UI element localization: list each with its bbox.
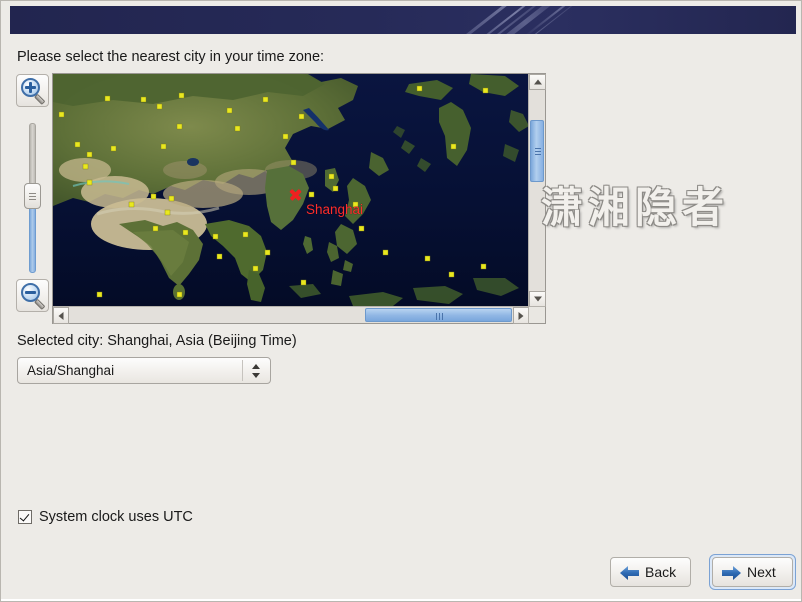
scroll-right-button[interactable] [513, 307, 529, 324]
banner-light-streak [429, 6, 581, 34]
timezone-map-frame: Shanghai [52, 73, 546, 324]
back-button[interactable]: Back [610, 557, 691, 587]
installer-header-banner [10, 6, 796, 34]
scrollbar-corner [528, 306, 545, 323]
chevron-down-icon [533, 296, 542, 302]
map-horizontal-scrollbar[interactable] [53, 306, 529, 324]
slider-handle[interactable] [24, 183, 41, 209]
selected-city-label: Selected city: Shanghai, Asia (Beijing T… [17, 333, 297, 349]
banner-light-streak [471, 6, 599, 34]
chevron-up-icon [533, 79, 542, 85]
slider-track-upper [29, 123, 36, 189]
window-footer-divider [1, 599, 801, 601]
chevron-right-icon [518, 311, 524, 320]
banner-light-streak [523, 6, 597, 34]
timezone-map[interactable]: Shanghai [53, 74, 529, 307]
slider-track-lower [29, 205, 36, 273]
next-button[interactable]: Next [712, 557, 793, 587]
chevron-left-icon [58, 311, 64, 320]
magnifier-minus-icon [21, 283, 46, 310]
watermark-text: 潇湘隐者 [541, 183, 730, 232]
horizontal-scroll-thumb[interactable] [365, 308, 512, 322]
next-button-label: Next [747, 564, 776, 580]
scroll-up-button[interactable] [529, 74, 546, 90]
scroll-left-button[interactable] [53, 307, 69, 324]
magnifier-plus-icon [21, 78, 46, 105]
utc-checkbox-label: System clock uses UTC [39, 509, 193, 525]
check-icon [19, 511, 30, 522]
vertical-scroll-thumb[interactable] [530, 120, 544, 182]
combo-separator [242, 360, 243, 381]
banner-light-streak [455, 6, 575, 34]
zoom-out-button[interactable] [16, 279, 49, 312]
zoom-level-slider[interactable] [24, 123, 41, 273]
arrow-left-icon [620, 566, 639, 580]
selected-city-marker-icon [289, 188, 302, 201]
zoom-in-button[interactable] [16, 74, 49, 107]
timezone-selection-window: Please select the nearest city in your t… [0, 0, 802, 602]
chevron-updown-icon [251, 363, 262, 379]
prompt-label: Please select the nearest city in your t… [17, 49, 325, 65]
map-vertical-scrollbar[interactable] [528, 74, 546, 307]
back-button-label: Back [645, 564, 677, 580]
banner-light-streak [476, 6, 574, 34]
scroll-down-button[interactable] [529, 291, 546, 307]
banner-light-streak [421, 6, 589, 34]
timezone-select[interactable]: Asia/Shanghai [17, 357, 271, 384]
timezone-select-value: Asia/Shanghai [27, 363, 115, 378]
arrow-right-icon [722, 566, 741, 580]
utc-checkbox[interactable] [18, 510, 32, 524]
selected-city-marker-label: Shanghai [306, 202, 364, 217]
